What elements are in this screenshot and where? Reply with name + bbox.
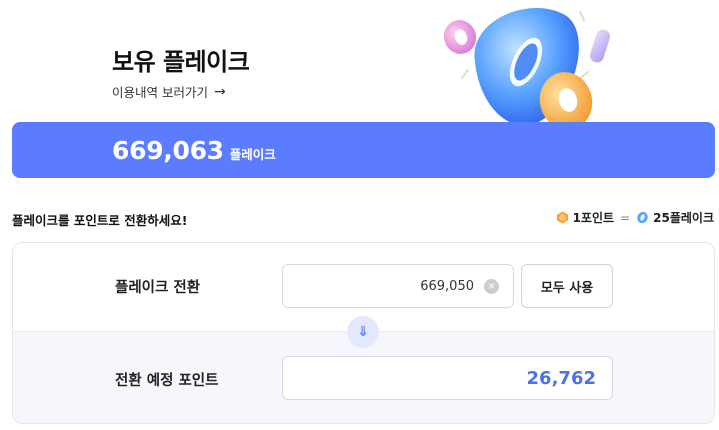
conversion-card: 플레이크 전환 669,050 × 모두 사용 ⇓ 전환 예정 포인트 26,7… [12, 242, 715, 424]
donut-illustration [443, 7, 611, 130]
point-coin-icon [556, 211, 568, 224]
expected-points-label: 전환 예정 포인트 [115, 373, 219, 389]
page-title: 보유 플레이크 [112, 48, 250, 76]
convert-message: 플레이크를 포인트로 전환하세요! [12, 213, 188, 228]
balance-unit: 플레이크 [229, 146, 276, 162]
balance-value: 669,063 [112, 135, 224, 165]
rate-point-text: 1포인트 [572, 211, 615, 225]
expected-points-value: 26,762 [526, 367, 596, 389]
convert-amount-input[interactable]: 669,050 × [282, 264, 514, 308]
history-link[interactable]: 이용내역 보러가기 → [112, 82, 226, 101]
balance-bar: 669,063 플레이크 [12, 122, 715, 178]
exchange-rate: 1포인트 = 25플레이크 [556, 209, 714, 226]
rate-flake-text: 25플레이크 [653, 211, 714, 225]
convert-amount-value: 669,050 [420, 278, 474, 294]
expected-points-field: 26,762 [282, 356, 613, 400]
flake-icon [637, 211, 648, 224]
convert-label: 플레이크 전환 [115, 280, 201, 296]
use-all-button[interactable]: 모두 사용 [521, 264, 613, 308]
arrow-down-icon: ⇓ [347, 316, 379, 348]
arrow-right-icon: → [213, 83, 226, 100]
hero-section: 보유 플레이크 이용내역 보러가기 → [0, 0, 719, 130]
clear-icon[interactable]: × [484, 278, 499, 294]
rate-equals: = [620, 210, 631, 225]
history-link-label: 이용내역 보러가기 [112, 85, 208, 100]
